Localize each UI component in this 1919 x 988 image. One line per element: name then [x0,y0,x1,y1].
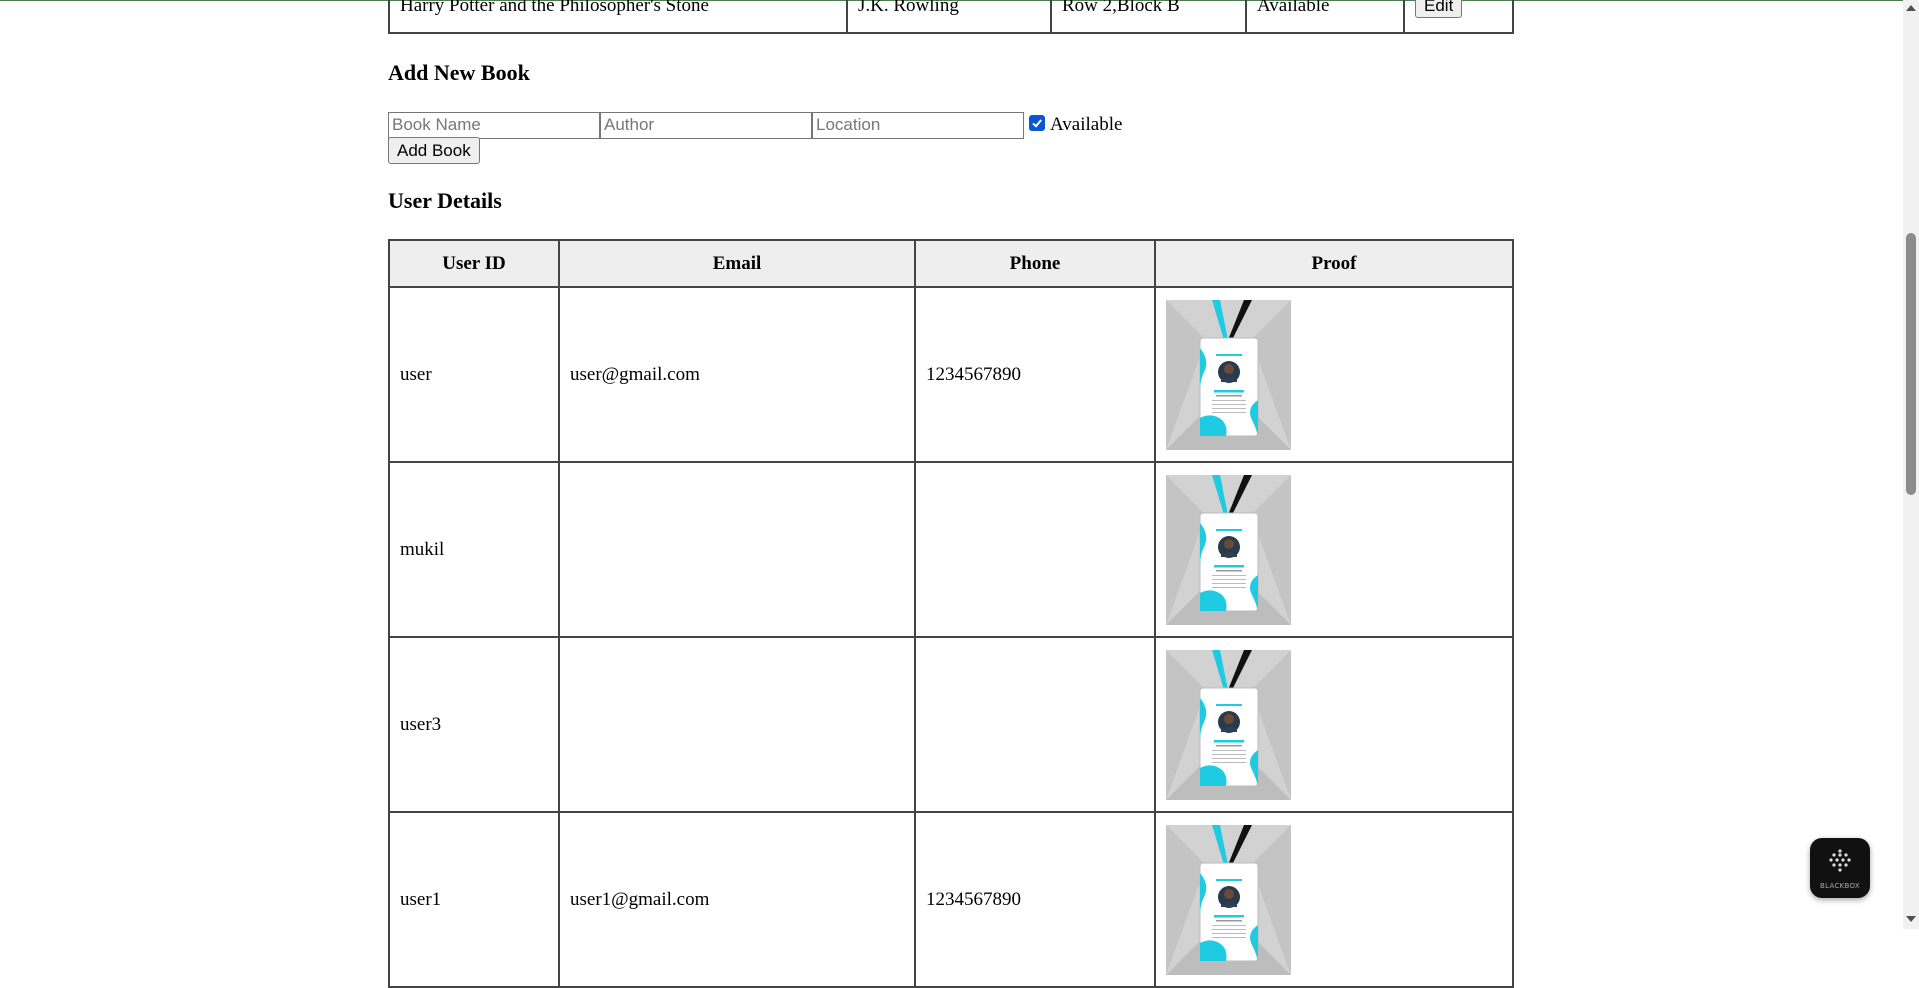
available-checkbox[interactable] [1029,115,1045,131]
book-action-cell: Edit [1403,0,1514,34]
column-header-email: Email [558,239,916,288]
books-table: Harry Potter and the Philosopher's Stone… [388,0,1514,34]
book-name-cell: Harry Potter and the Philosopher's Stone [388,0,848,34]
user-details-heading: User Details [388,188,502,213]
add-book-heading: Add New Book [388,60,530,85]
user-email-cell: user1@gmail.com [558,811,916,988]
user-id-cell: mukil [388,461,560,638]
table-row: user user@gmail.com 1234567890 [388,286,1514,463]
location-input[interactable] [812,111,1024,139]
user-phone-cell [914,461,1156,638]
check-icon [1032,119,1042,128]
user-id-cell: user [388,286,560,463]
vertical-scrollbar[interactable] [1903,0,1919,929]
user-email-cell: user@gmail.com [558,286,916,463]
edit-button[interactable]: Edit [1415,0,1463,18]
user-phone-cell [914,636,1156,813]
book-status-cell: Available [1245,0,1405,34]
author-input[interactable] [600,111,812,139]
table-row: user3 [388,636,1514,813]
blackbox-widget-button[interactable]: BLACKBOX [1810,838,1870,898]
book-name-input[interactable] [388,111,600,139]
add-book-button[interactable]: Add Book [388,137,480,164]
table-header-row: User ID Email Phone Proof [388,239,1514,288]
available-label: Available [1050,114,1123,135]
book-author-cell: J.K. Rowling [846,0,1052,34]
id-card-image [1166,824,1291,975]
scrollbar-thumb[interactable] [1906,233,1916,495]
blackbox-label: BLACKBOX [1820,882,1860,890]
scroll-down-arrow-icon[interactable] [1906,916,1916,922]
user-id-cell: user3 [388,636,560,813]
user-proof-cell [1154,286,1514,463]
table-row: Harry Potter and the Philosopher's Stone… [388,0,1514,34]
users-table: User ID Email Phone Proof user user@gmai… [388,239,1514,988]
user-email-cell [558,636,916,813]
id-card-image [1166,299,1291,450]
blackbox-logo-icon [1829,849,1851,872]
table-row: mukil [388,461,1514,638]
user-phone-cell: 1234567890 [914,286,1156,463]
user-proof-cell [1154,461,1514,638]
id-card-image [1166,474,1291,625]
user-email-cell [558,461,916,638]
column-header-user-id: User ID [388,239,560,288]
user-id-cell: user1 [388,811,560,988]
user-phone-cell: 1234567890 [914,811,1156,988]
add-book-form: Available [388,111,1122,139]
book-location-cell: Row 2,Block B [1050,0,1247,34]
user-proof-cell [1154,636,1514,813]
column-header-proof: Proof [1154,239,1514,288]
column-header-phone: Phone [914,239,1156,288]
user-proof-cell [1154,811,1514,988]
table-row: user1 user1@gmail.com 1234567890 [388,811,1514,988]
id-card-image [1166,649,1291,800]
scroll-up-arrow-icon[interactable] [1906,5,1916,11]
